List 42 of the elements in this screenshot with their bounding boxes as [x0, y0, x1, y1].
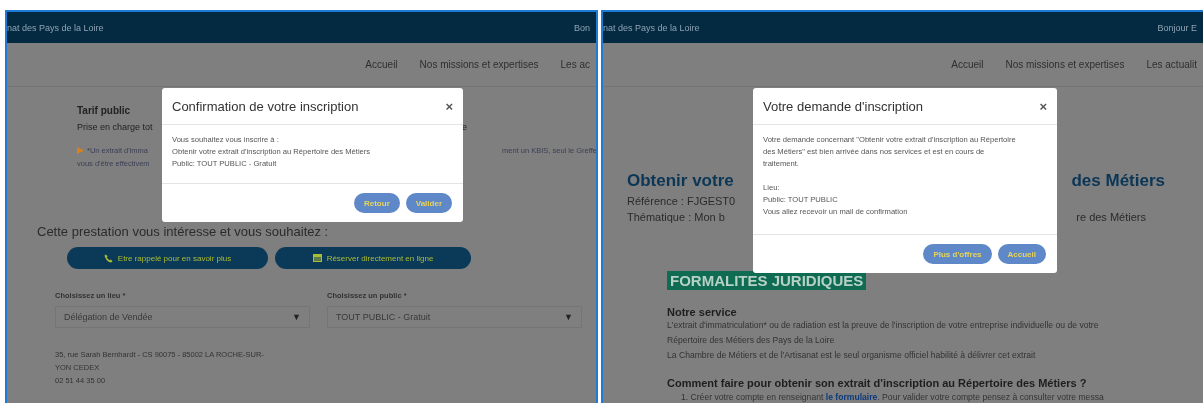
theme-text: re des Métiers	[1076, 211, 1146, 223]
dialog-button[interactable]: Plus d'offres	[923, 244, 992, 264]
calendar-icon	[312, 254, 322, 262]
theme-text: Thématique : Mon b	[627, 211, 725, 223]
dialog-button[interactable]: Retour	[353, 193, 400, 213]
phone-icon	[103, 253, 113, 263]
dialog-title: Votre demande d'inscription	[763, 98, 924, 114]
select-field[interactable]: Délégation de Vendée ▼	[55, 306, 310, 328]
close-button[interactable]: ×	[1039, 98, 1047, 114]
greeting-text: Bon	[574, 22, 590, 33]
body-text: Prise en charge tot	[77, 122, 153, 132]
dialog-title: Confirmation de votre inscription	[172, 98, 359, 114]
nav-link[interactable]: Nos missions et expertises	[419, 59, 539, 70]
action-button[interactable]: Etre rappelé pour en savoir plus	[67, 247, 268, 269]
section-badge: FORMALITES JURIDIQUES	[667, 271, 867, 290]
dialog-button[interactable]: Valider	[405, 193, 452, 213]
dialog-button[interactable]: Accueil	[997, 244, 1046, 264]
dropdown-arrow-icon: ▼	[564, 312, 573, 322]
body-text: L'extrait d'immatriculation* ou de radiation est la preuve de l'inscription de votre entreprise individuelle ou de votre	[667, 319, 1100, 332]
prompt-text: Cette prestation vous intéresse et vous souhaitez :	[37, 224, 330, 239]
page-title: des Métiers	[1071, 171, 1165, 191]
nav-link[interactable]: Nos missions et expertises	[1005, 59, 1125, 70]
body-text: Répertoire des Métiers des Pays de la Loire	[667, 334, 836, 347]
action-button[interactable]: Réserver directement en ligne	[275, 247, 471, 269]
dropdown-arrow-icon: ▼	[292, 312, 301, 322]
nav-link[interactable]: Accueil	[365, 59, 398, 70]
nav-link[interactable]: Accueil	[951, 59, 984, 70]
nav-link[interactable]: Les actualit	[1146, 59, 1197, 70]
section-heading: Notre service	[667, 306, 738, 318]
step-text: 1. Créer votre compte en renseignant le formulaire. Pour valider votre compte pensez à consulter votre messa	[680, 392, 1105, 402]
triangle-icon	[77, 147, 84, 154]
select-field[interactable]: TOUT PUBLIC - Gratuit ▼	[327, 306, 582, 328]
site-name: nat des Pays de la Loire	[603, 22, 700, 33]
section-title: Tarif public	[77, 105, 131, 116]
page-title: Obtenir votre	[627, 171, 734, 191]
greeting-text: Bonjour E	[1157, 22, 1197, 33]
reference-text: Référence : FJGEST0	[627, 195, 736, 207]
site-name: nat des Pays de la Loire	[7, 22, 104, 33]
body-text: La Chambre de Métiers et de l'Artisanat est le seul organisme officiel habilité à délivrer cet extrait	[667, 349, 1037, 362]
close-button[interactable]: ×	[445, 98, 453, 114]
nav-link[interactable]: Les ac	[560, 59, 590, 70]
section-heading: Comment faire pour obtenir son extrait d'inscription au Répertoire des Métiers ?	[667, 377, 1088, 389]
